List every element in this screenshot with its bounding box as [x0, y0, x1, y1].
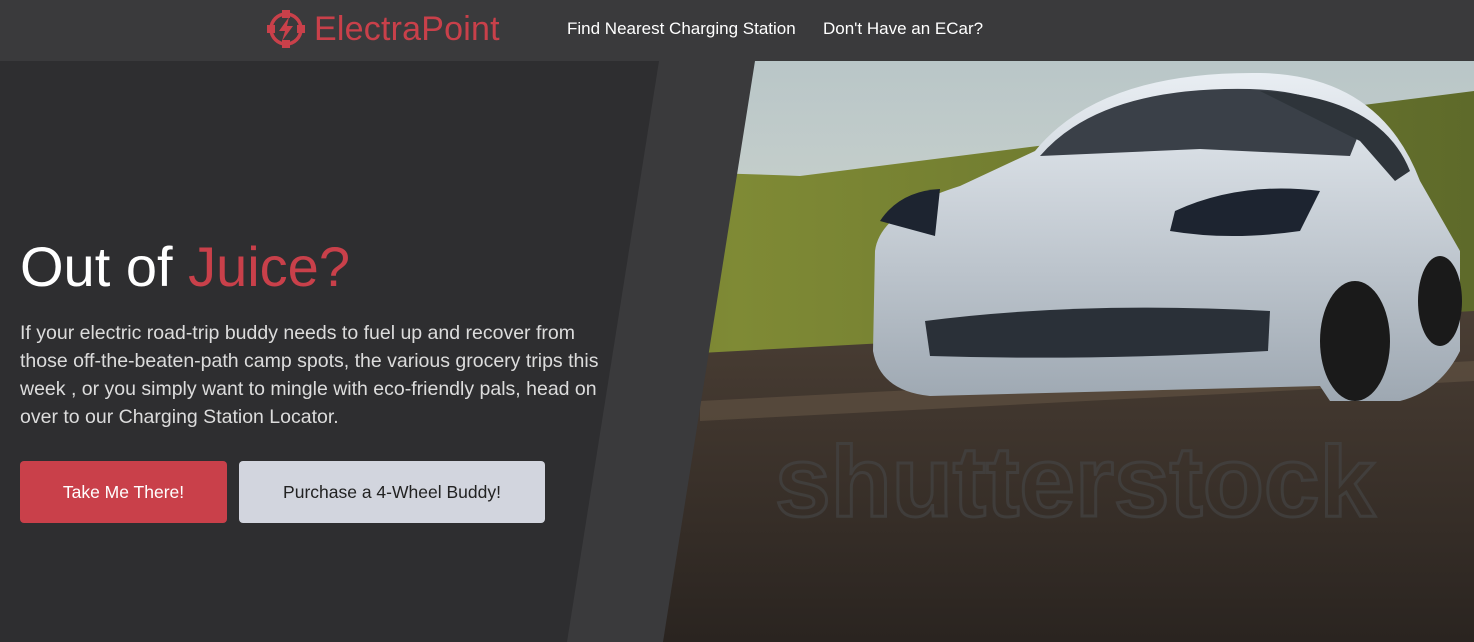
purchase-car-button[interactable]: Purchase a 4-Wheel Buddy! — [239, 461, 545, 523]
hero-headline: Out of Juice? — [20, 235, 350, 299]
brand-name: ElectraPoint — [314, 9, 500, 48]
lightning-bolt-icon — [267, 10, 305, 48]
top-navbar: ElectraPoint Find Nearest Charging Stati… — [0, 0, 1474, 61]
nav-link-find-station[interactable]: Find Nearest Charging Station — [567, 19, 796, 39]
hero-section: shutterstock Out of Juice? If your elect… — [0, 61, 1474, 642]
hero-description: If your electric road-trip buddy needs t… — [20, 322, 599, 428]
take-me-there-button[interactable]: Take Me There! — [20, 461, 227, 523]
headline-accent: Juice? — [188, 235, 350, 298]
headline-text: Out of — [20, 235, 189, 298]
nav-link-no-ecar[interactable]: Don't Have an ECar? — [823, 19, 983, 39]
brand-logo[interactable]: ElectraPoint — [266, 8, 500, 50]
